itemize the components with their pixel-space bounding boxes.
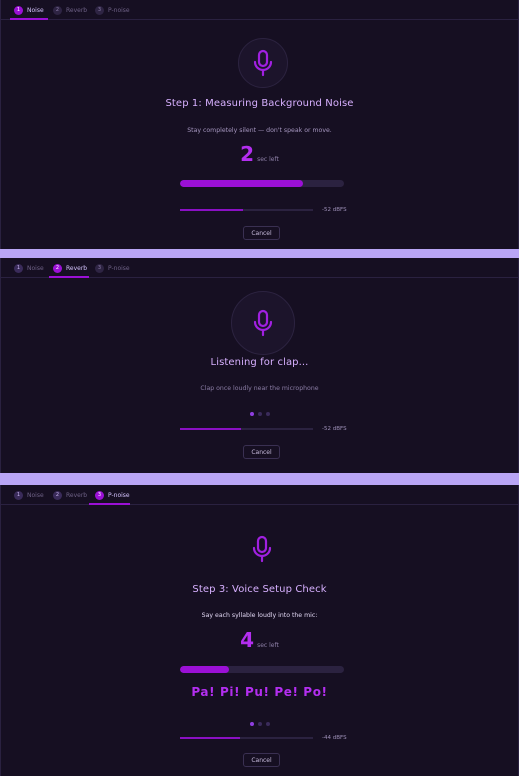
input-level-meter: [180, 209, 313, 211]
countdown-unit: sec left: [257, 642, 279, 649]
activity-dot: [249, 412, 254, 416]
countdown: 4 sec left: [1, 628, 518, 652]
activity-dot: [257, 412, 262, 416]
activity-dot: [249, 722, 254, 726]
step-tabs: 1 Noise 2 Reverb 3 P-noise: [1, 258, 518, 278]
tab-reverb[interactable]: 2 Reverb: [53, 485, 87, 505]
countdown-value: 2: [240, 142, 255, 166]
input-level-fill: [180, 737, 240, 739]
tab-label: P-noise: [108, 491, 130, 499]
microphone-badge: [238, 38, 288, 88]
tab-label: P-noise: [108, 264, 130, 272]
syllable-prompt: Pa! Pi! Pu! Pe! Po!: [191, 685, 328, 699]
step-instruction: Stay completely silent — don't speak or …: [187, 127, 332, 134]
input-level-fill: [180, 428, 242, 430]
input-level-label: -44 dBFS: [322, 735, 347, 741]
tab-number: 3: [95, 5, 104, 15]
tab-number: 2: [53, 263, 62, 273]
cancel-button[interactable]: Cancel: [243, 445, 280, 459]
activity-dot: [265, 722, 270, 726]
activity-dots: [1, 401, 518, 420]
tab-label: Noise: [27, 491, 44, 499]
tab-pnoise[interactable]: 3 P-noise: [95, 485, 130, 505]
input-level-meter: [180, 428, 313, 430]
tab-number: 3: [95, 263, 104, 273]
noise-step-panel: 1 Noise 2 Reverb 3 P-noise Step 1: Measu…: [0, 0, 519, 249]
microphone-badge: [238, 525, 286, 573]
input-level-label: -52 dBFS: [322, 207, 347, 213]
voice-check-step-panel: 1 Noise 2 Reverb 3 P-noise Step 3: Voice…: [0, 485, 519, 776]
microphone-icon: [253, 309, 273, 337]
input-level-fill: [180, 209, 243, 211]
step-title: Step 3: Voice Setup Check: [192, 584, 327, 595]
input-level-meter: [180, 737, 313, 739]
cancel-button[interactable]: Cancel: [243, 226, 280, 240]
tab-number: 2: [53, 490, 62, 500]
activity-dot: [257, 722, 262, 726]
active-tab-indicator: [89, 503, 130, 505]
microphone-icon: [252, 535, 272, 563]
tab-number: 2: [53, 5, 62, 15]
input-level-label: -52 dBFS: [322, 426, 347, 432]
tab-number: 1: [14, 5, 23, 15]
tab-label: Noise: [27, 264, 44, 272]
step-title: Listening for clap...: [210, 357, 309, 368]
tab-noise[interactable]: 1 Noise: [14, 258, 44, 278]
tab-pnoise[interactable]: 3 P-noise: [95, 258, 130, 278]
microphone-icon: [253, 49, 273, 77]
tab-reverb[interactable]: 2 Reverb: [53, 0, 87, 20]
step-instruction: Say each syllable loudly into the mic:: [201, 612, 318, 619]
tab-noise[interactable]: 1 Noise: [14, 0, 44, 20]
step-progress-bar: [180, 180, 344, 187]
tab-number: 1: [14, 263, 23, 273]
tab-noise[interactable]: 1 Noise: [14, 485, 44, 505]
step-title: Step 1: Measuring Background Noise: [165, 98, 354, 109]
step-progress-fill: [180, 666, 230, 673]
step-tabs: 1 Noise 2 Reverb 3 P-noise: [1, 485, 518, 505]
tab-label: Reverb: [66, 264, 88, 272]
tab-number: 3: [95, 490, 104, 500]
tab-label: Noise: [27, 6, 44, 14]
step-progress-bar: [180, 666, 344, 673]
tab-label: Reverb: [66, 491, 88, 499]
activity-dot: [265, 412, 270, 416]
countdown-unit: sec left: [257, 156, 279, 163]
tab-number: 1: [14, 490, 23, 500]
tab-reverb[interactable]: 2 Reverb: [53, 258, 87, 278]
reverb-step-panel: 1 Noise 2 Reverb 3 P-noise Listening for…: [0, 258, 519, 473]
countdown: 2 sec left: [1, 142, 518, 166]
activity-dots: [1, 711, 518, 730]
tab-label: Reverb: [66, 6, 88, 14]
step-tabs: 1 Noise 2 Reverb 3 P-noise: [1, 0, 518, 20]
step-progress-fill: [180, 180, 303, 187]
tab-pnoise[interactable]: 3 P-noise: [95, 0, 130, 20]
cancel-button[interactable]: Cancel: [243, 753, 280, 767]
active-tab-indicator: [10, 18, 48, 20]
countdown-value: 4: [240, 628, 255, 652]
active-tab-indicator: [49, 276, 89, 278]
step-instruction: Clap once loudly near the microphone: [200, 385, 319, 392]
microphone-badge: [231, 291, 295, 355]
tab-label: P-noise: [108, 6, 130, 14]
